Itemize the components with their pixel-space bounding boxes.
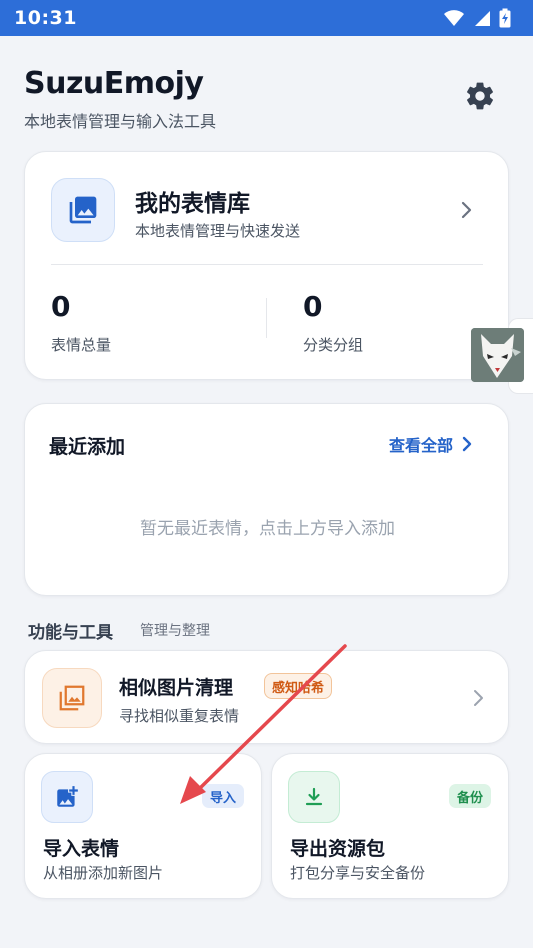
gear-icon [467,82,493,110]
status-bar: 10:31 [0,0,533,36]
wifi-icon [444,10,464,26]
export-pack-card[interactable]: 备份 导出资源包 打包分享与安全备份 [271,753,509,899]
export-description: 打包分享与安全备份 [290,864,426,882]
floating-avatar[interactable] [471,328,524,382]
image-gallery-icon [69,196,97,224]
similar-cleanup-description: 寻找相似重复表情 [119,707,240,725]
import-icon-box [41,771,93,823]
similar-cleanup-title: 相似图片清理 [119,677,234,699]
stat-separator [266,298,267,338]
chevron-right-icon [461,201,472,219]
image-plus-icon [57,786,78,807]
emoji-total-label: 表情总量 [51,336,112,354]
tools-section-subtitle: 管理与整理 [140,623,210,639]
export-icon-box [288,771,340,823]
import-title: 导入表情 [43,838,120,860]
image-stack-icon [59,685,85,711]
recent-empty-text: 暂无最近表情，点击上方导入添加 [140,519,395,539]
recent-title: 最近添加 [49,436,126,458]
group-count-label: 分类分组 [303,336,364,354]
library-card[interactable]: 我的表情库 本地表情管理与快速发送 0 表情总量 0 分类分组 [24,151,509,380]
library-description: 本地表情管理与快速发送 [135,222,301,240]
chevron-right-icon [474,690,483,706]
similar-icon-box [42,668,102,728]
mask-avatar-icon [471,328,524,382]
import-emoji-card[interactable]: 导入 导入表情 从相册添加新图片 [24,753,262,899]
view-all-link[interactable]: 查看全部 [389,432,473,456]
battery-charging-icon [499,8,511,28]
library-icon-box [51,178,115,242]
recent-card: 最近添加 查看全部 暂无最近表情，点击上方导入添加 [24,403,509,596]
similar-cleanup-card[interactable]: 相似图片清理 感知哈希 寻找相似重复表情 [24,650,509,744]
perceptual-hash-badge: 感知哈希 [264,673,333,699]
emoji-total-value: 0 [51,290,71,323]
settings-button[interactable] [460,76,500,116]
tools-section-title: 功能与工具 [28,623,113,643]
chevron-right-icon [462,436,472,452]
app-title: SuzuEmojy [24,66,204,101]
group-count-value: 0 [303,290,323,323]
divider [51,264,483,265]
backup-badge: 备份 [448,784,491,808]
status-time: 10:31 [14,7,77,29]
download-icon [305,787,323,806]
export-title: 导出资源包 [290,838,386,860]
import-description: 从相册添加新图片 [43,864,164,882]
signal-icon [475,11,490,26]
status-icons [443,8,511,28]
app-subtitle: 本地表情管理与输入法工具 [24,112,217,131]
library-title: 我的表情库 [135,191,250,217]
import-badge: 导入 [201,784,244,808]
view-all-label: 查看全部 [389,436,454,455]
